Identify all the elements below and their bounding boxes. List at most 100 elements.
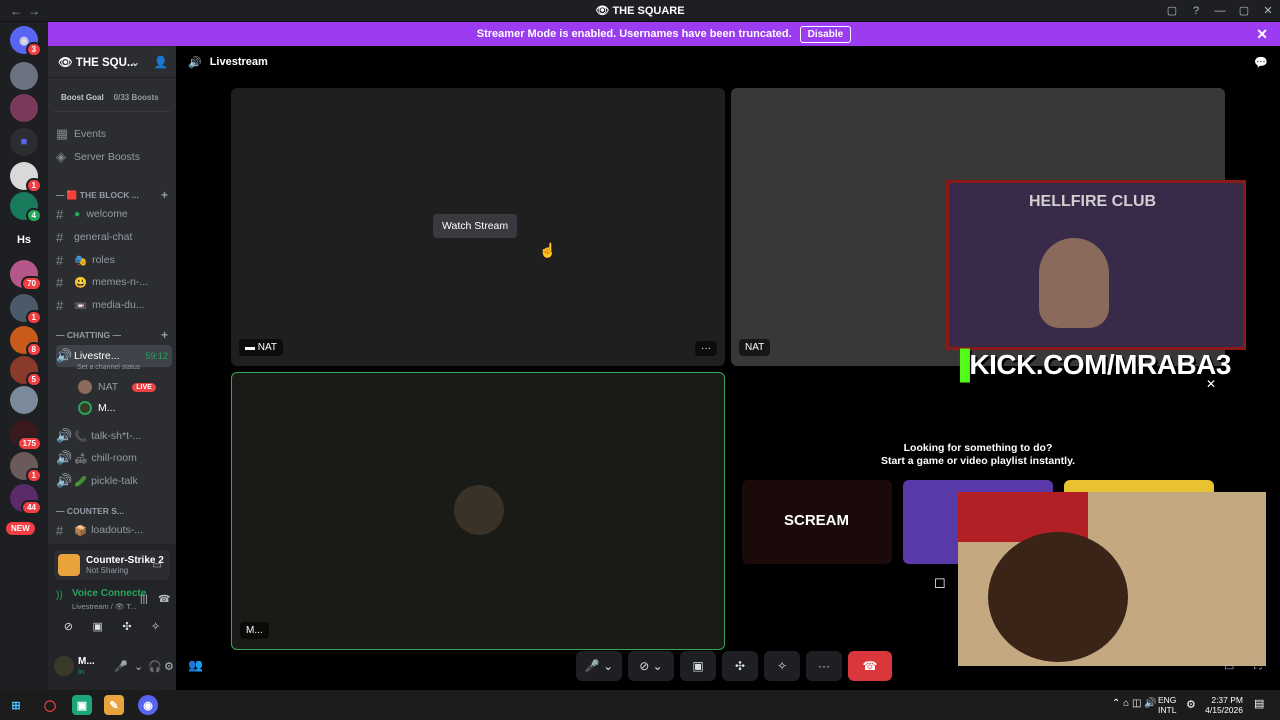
checkbox-icon[interactable]: ☐ — [934, 576, 946, 592]
headset-icon[interactable]: 🎧 — [148, 660, 162, 673]
activities-button[interactable]: ✣ — [722, 651, 758, 681]
more-button[interactable]: ··· — [806, 651, 842, 681]
discord-home-icon[interactable]: ◉ 3 — [10, 26, 42, 57]
channel-label: welcome — [86, 208, 128, 220]
server-icon[interactable] — [10, 386, 38, 414]
server-boosts-item[interactable]: ◈ Server Boosts — [56, 147, 172, 167]
server-icon[interactable]: 1 — [10, 294, 42, 325]
language-indicator[interactable]: ENG INTL — [1158, 695, 1176, 715]
folder-icon[interactable]: ■ — [10, 128, 38, 156]
channel-loadouts[interactable]: # 📦 loadouts-... — [56, 520, 172, 540]
category-the-block[interactable]: — 🟥 THE BLOCK ... + — [56, 185, 172, 205]
category-chatting[interactable]: — CHATTING — + — [56, 325, 172, 345]
add-user-icon[interactable]: 👤 — [154, 55, 168, 69]
server-icon[interactable]: 4 — [10, 192, 42, 223]
add-channel-icon[interactable]: + — [161, 188, 168, 202]
soundboard-button[interactable]: ✧ — [764, 651, 800, 681]
server-icon[interactable]: 44 — [10, 484, 42, 515]
chevron-down-icon[interactable]: ⌄ — [130, 55, 140, 69]
game-activity[interactable]: Counter-Strike 2 Not Sharing ▭ — [54, 550, 170, 580]
banner-close-icon[interactable]: ✕ — [1256, 26, 1268, 43]
share-screen-button[interactable]: ▣ — [680, 651, 716, 681]
disconnect-button[interactable]: ☎ — [848, 651, 892, 681]
server-icon[interactable] — [10, 62, 38, 90]
help-icon[interactable]: ? — [1184, 5, 1208, 17]
popout-icon[interactable]: ▭ — [1224, 660, 1234, 673]
soundboard-icon[interactable]: ✧ — [151, 620, 160, 640]
user-status: In — [78, 669, 84, 676]
windows-start-icon[interactable]: ⊞ — [6, 695, 26, 715]
events-item[interactable]: ▦ Events — [56, 124, 172, 144]
camera-off-icon[interactable]: ⊘ — [64, 620, 73, 640]
unread-badge: 3 — [25, 42, 42, 57]
settings-gear-icon[interactable]: ⚙ — [1186, 698, 1196, 711]
noise-suppression-icon[interactable]: ||| — [140, 594, 148, 605]
app-icon[interactable]: ✎ — [104, 695, 124, 715]
discord-icon[interactable]: ◉ — [138, 695, 158, 715]
fullscreen-icon[interactable]: ⛶ — [1254, 660, 1262, 673]
microphone-button[interactable]: 🎤 ⌄ — [576, 651, 622, 681]
server-icon[interactable]: 1 — [10, 452, 42, 483]
voice-timer: 59:12 — [145, 351, 168, 361]
stream-tile-nat[interactable]: Watch Stream ☝ ▬ NAT ··· — [231, 88, 725, 366]
chat-bubble-icon[interactable]: 💬 — [1254, 56, 1268, 69]
disable-button[interactable]: Disable — [799, 25, 852, 43]
server-icon[interactable] — [10, 94, 38, 122]
channel-pickle[interactable]: 🔊 🥒 pickle-talk — [56, 471, 172, 491]
channel-roles[interactable]: # 🎭 roles — [56, 250, 172, 270]
channel-general-chat[interactable]: # general-chat — [56, 227, 172, 247]
channel-chill[interactable]: 🔊 🛋 chill-room — [56, 448, 172, 468]
tile-user-m[interactable]: M... — [231, 372, 725, 650]
settings-gear-icon[interactable]: ⚙ — [164, 660, 174, 673]
disconnect-icon[interactable]: ☎ — [158, 594, 170, 605]
camera-button[interactable]: ⊘ ⌄ — [628, 651, 674, 681]
category-label: — COUNTER S... — [56, 506, 125, 516]
maximize-button[interactable]: ▢ — [1232, 4, 1256, 17]
tile-name: NAT — [257, 342, 278, 353]
activities-icon[interactable]: ✣ — [122, 620, 131, 640]
inbox-icon[interactable]: ▢ — [1160, 4, 1184, 17]
clock[interactable]: 2:37 PM 4/15/2026 — [1203, 695, 1243, 715]
server-icon[interactable]: 8 — [10, 326, 42, 357]
boost-goal[interactable]: Boost Goal 0/33 Boosts — [54, 84, 170, 112]
server-icon-hs[interactable]: Hs — [10, 226, 38, 254]
notification-icon[interactable]: ▤ — [1254, 697, 1264, 710]
emoji-icon: ● — [74, 208, 81, 220]
voice-channel[interactable]: Livestream / 👁 T... — [72, 602, 136, 611]
screen-share-icon[interactable]: ▭ — [153, 560, 162, 571]
server-icon[interactable]: 175 — [10, 420, 42, 451]
layout-label: INTL — [1158, 705, 1177, 715]
server-header[interactable]: 👁 THE SQU... ⌄ 👤 — [48, 46, 176, 78]
microphone-icon[interactable]: 🎤 — [114, 660, 128, 673]
channel-memes[interactable]: # 😃 memes-n-... — [56, 272, 172, 292]
channel-talk[interactable]: 🔊 📞 talk-sh*t-... — [56, 426, 172, 446]
app-icon[interactable]: ▣ — [72, 695, 92, 715]
channel-status[interactable]: Set a channel status — [77, 364, 140, 371]
add-channel-icon[interactable]: + — [161, 328, 168, 342]
server-icon[interactable]: 1 — [10, 162, 42, 193]
category-counter[interactable]: — COUNTER S... — [56, 501, 172, 521]
channel-media[interactable]: # 📼 media-du... — [56, 295, 172, 315]
server-icon[interactable]: 5 — [10, 356, 42, 387]
close-button[interactable]: ✕ — [1256, 4, 1280, 17]
share-screen-icon[interactable]: ▣ — [92, 620, 102, 640]
server-icon[interactable]: 70 — [10, 260, 42, 291]
hash-icon: # — [56, 229, 64, 245]
unread-badge: 4 — [25, 208, 42, 223]
invite-icon[interactable]: 👥 — [188, 658, 203, 672]
channel-label: chill-room — [91, 452, 137, 464]
activity-card-scream[interactable]: SCREAM — [742, 480, 892, 564]
opera-icon[interactable]: ◯ — [40, 695, 60, 715]
chevron-down-icon[interactable]: ⌄ — [134, 660, 143, 673]
minimize-button[interactable]: — — [1208, 5, 1232, 17]
voice-controls: 🎤 ⌄ ⊘ ⌄ ▣ ✣ ✧ ··· ☎ — [576, 648, 896, 684]
unread-badge: 70 — [21, 276, 42, 291]
voice-connected[interactable]: Voice Connecte — [72, 588, 146, 599]
watch-stream-button[interactable]: Watch Stream — [433, 214, 518, 238]
avatar[interactable] — [54, 656, 74, 676]
speaker-icon: 🔊 — [56, 428, 73, 443]
more-options-icon[interactable]: ··· — [695, 341, 717, 356]
channel-welcome[interactable]: # ● welcome — [56, 204, 172, 224]
tray-icons[interactable]: ⌃ ⌂ ◫ 🔊 — [1112, 698, 1157, 709]
close-icon[interactable]: ✕ — [1206, 377, 1216, 391]
